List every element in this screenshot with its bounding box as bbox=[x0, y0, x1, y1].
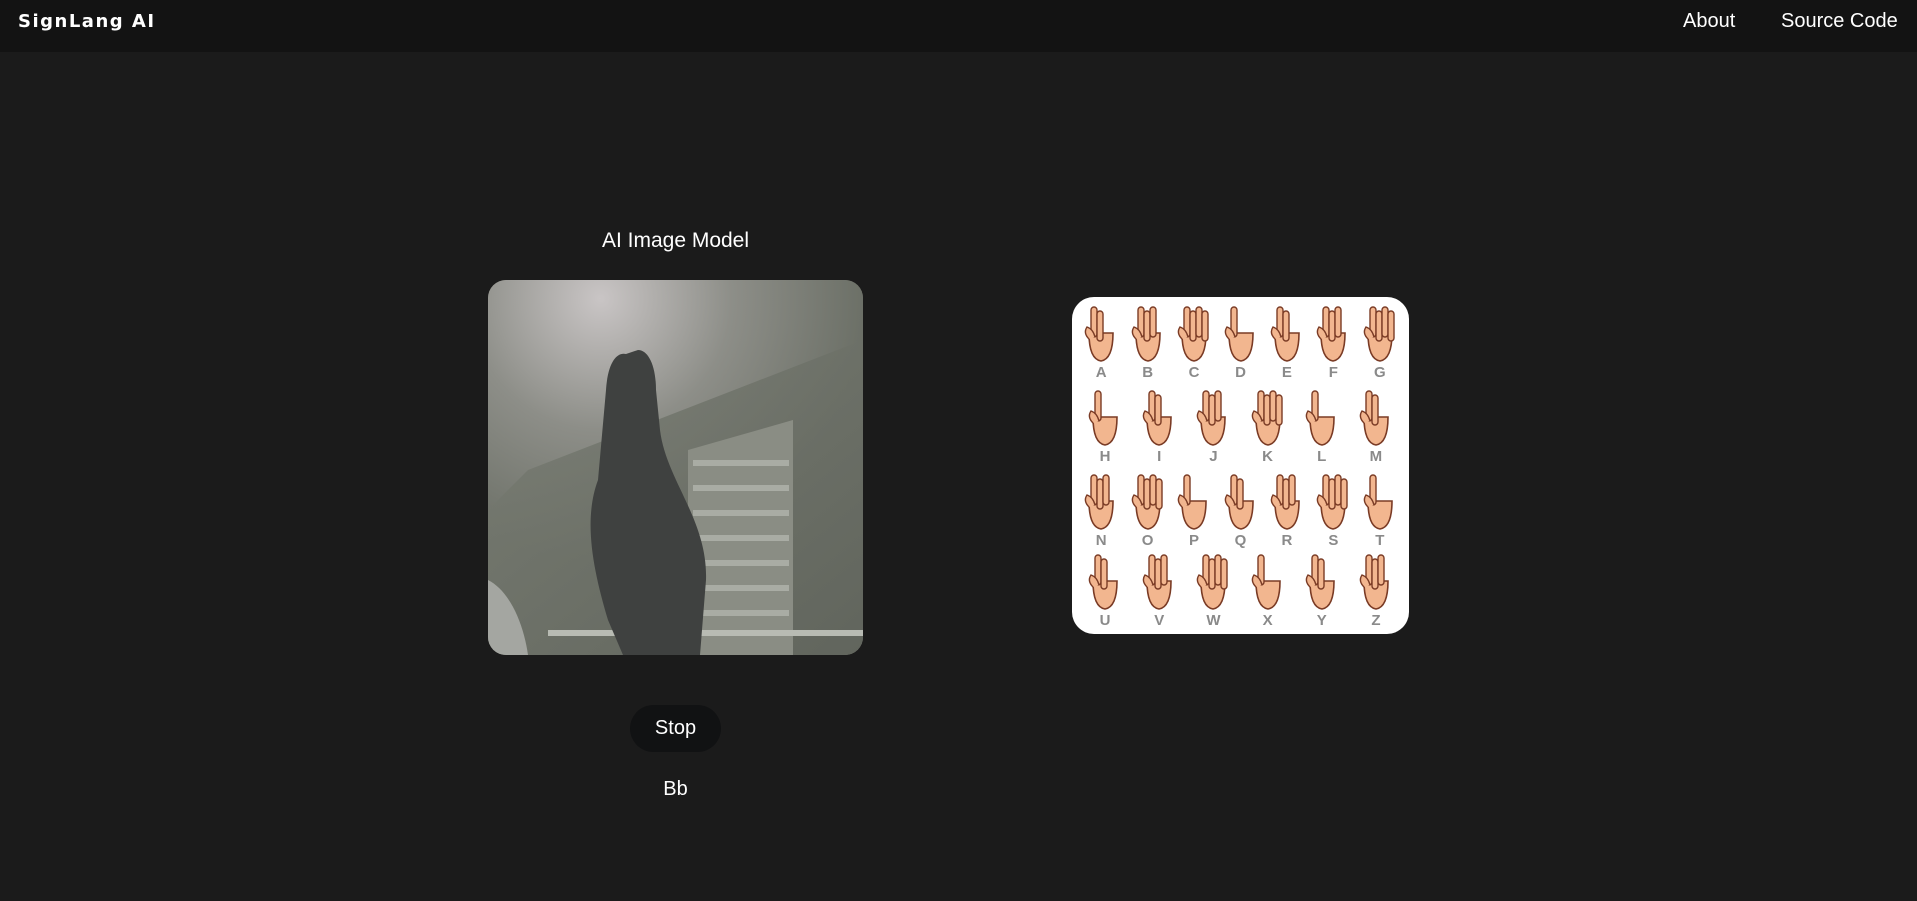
asl-sign-f: F bbox=[1309, 299, 1357, 383]
hand-sign-icon bbox=[1088, 554, 1118, 610]
hand-sign-icon bbox=[1359, 554, 1389, 610]
asl-letter-label: M bbox=[1369, 448, 1383, 465]
asl-sign-s: S bbox=[1309, 467, 1357, 551]
prediction-text: Bb bbox=[663, 778, 688, 800]
nav-source-code-link[interactable]: Source Code bbox=[1781, 10, 1898, 33]
asl-sign-x: X bbox=[1244, 547, 1292, 631]
hand-sign-icon bbox=[1131, 474, 1163, 530]
asl-letter-label: X bbox=[1262, 612, 1273, 629]
asl-sign-h: H bbox=[1081, 383, 1129, 467]
hand-sign-icon bbox=[1224, 474, 1254, 530]
hand-sign-icon bbox=[1177, 306, 1209, 362]
asl-letter-label: E bbox=[1281, 364, 1292, 381]
asl-sign-p: P bbox=[1170, 467, 1218, 551]
asl-sign-e: E bbox=[1263, 299, 1311, 383]
asl-letter-label: Z bbox=[1371, 612, 1381, 629]
asl-sign-g: G bbox=[1356, 299, 1404, 383]
hand-sign-icon bbox=[1084, 306, 1115, 362]
asl-letter-label: D bbox=[1235, 364, 1246, 381]
asl-sign-w: W bbox=[1189, 547, 1237, 631]
asl-sign-z: Z bbox=[1352, 547, 1400, 631]
stop-button[interactable]: Stop bbox=[630, 705, 721, 752]
asl-sign-a: A bbox=[1077, 299, 1125, 383]
hand-sign-icon bbox=[1224, 306, 1254, 362]
asl-sign-q: Q bbox=[1217, 467, 1265, 551]
asl-sign-k: K bbox=[1244, 383, 1292, 467]
asl-sign-t: T bbox=[1356, 467, 1404, 551]
hand-sign-icon bbox=[1131, 306, 1161, 362]
hand-sign-icon bbox=[1317, 306, 1347, 362]
hand-sign-icon bbox=[1317, 474, 1349, 530]
asl-letter-label: F bbox=[1328, 364, 1338, 381]
asl-sign-u: U bbox=[1081, 547, 1129, 631]
model-title: AI Image Model bbox=[601, 229, 750, 252]
hand-sign-icon bbox=[1088, 390, 1118, 446]
brand-logo[interactable]: SignLang AI bbox=[18, 11, 156, 32]
asl-letter-label: A bbox=[1095, 364, 1107, 381]
hand-sign-icon bbox=[1251, 554, 1281, 610]
asl-sign-l: L bbox=[1298, 383, 1346, 467]
webcam-feed bbox=[488, 280, 863, 655]
asl-sign-i: I bbox=[1135, 383, 1183, 467]
hand-sign-icon bbox=[1142, 390, 1173, 446]
navbar: SignLang AI About Source Code bbox=[0, 0, 1917, 52]
hand-sign-icon bbox=[1359, 390, 1389, 446]
asl-letter-label: G bbox=[1373, 364, 1386, 381]
asl-sign-m: M bbox=[1352, 383, 1400, 467]
nav-about-link[interactable]: About bbox=[1683, 10, 1735, 33]
asl-sign-o: O bbox=[1124, 467, 1172, 551]
asl-grid: A B C D E F G H I J K L M NOPQRST U V W X Y Z bbox=[1072, 297, 1409, 634]
asl-sign-n: N bbox=[1077, 467, 1125, 551]
asl-sign-y: Y bbox=[1298, 547, 1346, 631]
hand-sign-icon bbox=[1251, 390, 1283, 446]
hand-sign-icon bbox=[1270, 306, 1300, 362]
asl-letter-label: J bbox=[1209, 448, 1218, 465]
asl-sign-j: J bbox=[1189, 383, 1237, 467]
asl-letter-label: V bbox=[1154, 612, 1165, 629]
asl-letter-label: L bbox=[1317, 448, 1327, 465]
asl-letter-label: H bbox=[1099, 448, 1111, 465]
hand-sign-icon bbox=[1305, 390, 1335, 446]
hand-sign-icon bbox=[1305, 554, 1335, 610]
asl-letter-label: W bbox=[1206, 612, 1221, 629]
asl-sign-b: B bbox=[1124, 299, 1172, 383]
hand-sign-icon bbox=[1084, 474, 1115, 530]
asl-sign-r: R bbox=[1263, 467, 1311, 551]
asl-letter-label: K bbox=[1262, 448, 1273, 465]
hand-sign-icon bbox=[1197, 554, 1229, 610]
asl-sign-d: D bbox=[1217, 299, 1265, 383]
hand-sign-icon bbox=[1177, 474, 1207, 530]
hand-sign-icon bbox=[1197, 390, 1227, 446]
asl-sign-v: V bbox=[1135, 547, 1183, 631]
asl-letter-label: Y bbox=[1316, 612, 1327, 629]
asl-sign-c: C bbox=[1170, 299, 1218, 383]
hand-sign-icon bbox=[1363, 474, 1393, 530]
hand-sign-icon bbox=[1363, 306, 1395, 362]
asl-letter-label: U bbox=[1099, 612, 1111, 629]
asl-letter-label: I bbox=[1157, 448, 1162, 465]
asl-letter-label: B bbox=[1142, 364, 1154, 381]
asl-letter-label: C bbox=[1188, 364, 1200, 381]
hand-sign-icon bbox=[1270, 474, 1300, 530]
hand-sign-icon bbox=[1142, 554, 1173, 610]
asl-alphabet-chart: A B C D E F G H I J K L M NOPQRST U V W X Y Z bbox=[1072, 297, 1409, 634]
